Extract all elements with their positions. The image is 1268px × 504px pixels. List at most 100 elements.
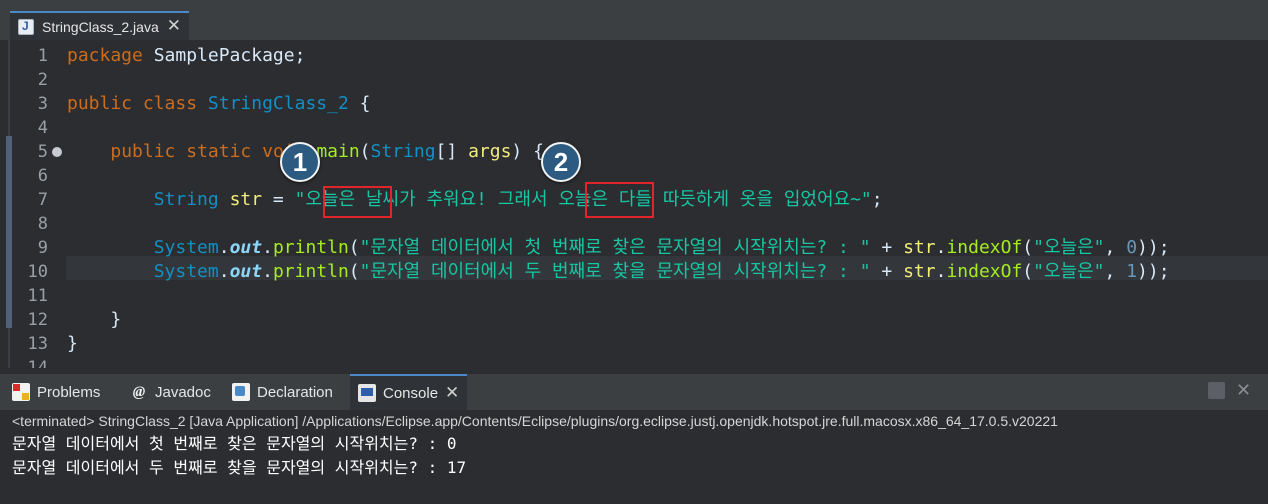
annotation-badge-1: 1 bbox=[280, 142, 320, 182]
line-number: 11 bbox=[27, 286, 48, 306]
code-token: ( bbox=[359, 141, 371, 162]
code-token: + bbox=[870, 261, 904, 282]
code-text: } bbox=[67, 308, 121, 332]
line-number: 10 bbox=[27, 262, 48, 282]
line-number: 12 bbox=[27, 310, 48, 330]
console-output-line: 문자열 데이터에서 두 번째로 찾을 문자열의 시작위치는? : 17 bbox=[12, 458, 467, 477]
fold-marker-icon[interactable] bbox=[52, 147, 62, 157]
line-number: 3 bbox=[37, 94, 48, 114]
code-token: { bbox=[348, 93, 371, 114]
tab-declaration-label: Declaration bbox=[257, 383, 333, 401]
code-token: . bbox=[935, 237, 947, 258]
code-token: SamplePackage; bbox=[142, 45, 306, 66]
code-token: println bbox=[272, 261, 349, 282]
highlight-box-second-match bbox=[585, 182, 654, 218]
tab-declaration[interactable]: Declaration bbox=[232, 374, 333, 410]
code-token: ( bbox=[348, 261, 360, 282]
console-panel[interactable]: <terminated> StringClass_2 [Java Applica… bbox=[0, 410, 1268, 504]
line-number: 4 bbox=[37, 118, 48, 138]
code-token: str bbox=[229, 189, 263, 210]
code-token: } bbox=[67, 333, 78, 354]
code-token: . bbox=[218, 237, 230, 258]
code-token: package bbox=[67, 45, 143, 66]
console-icon bbox=[358, 384, 376, 402]
console-output-line: 문자열 데이터에서 첫 번째로 찾은 문자열의 시작위치는? : 0 bbox=[12, 434, 457, 453]
code-token: class bbox=[142, 93, 198, 114]
line-number: 14 bbox=[27, 358, 48, 368]
editor-tab-label: StringClass_2.java bbox=[42, 18, 159, 35]
code-token: , bbox=[1104, 237, 1127, 258]
line-number: 5 bbox=[37, 142, 48, 162]
code-line[interactable]: 14 bbox=[0, 356, 1268, 368]
tab-problems[interactable]: Problems bbox=[12, 374, 100, 410]
code-token: 0 bbox=[1126, 237, 1138, 258]
maximize-icon[interactable]: ✕ bbox=[1235, 382, 1252, 400]
tab-console[interactable]: Console ✕ bbox=[350, 374, 468, 410]
line-number: 6 bbox=[37, 166, 48, 186]
code-text: System.out.println("문자열 데이터에서 두 번째로 찾을 문… bbox=[67, 260, 1170, 284]
code-line[interactable]: 1 package SamplePackage; bbox=[0, 44, 1268, 68]
code-token: ; bbox=[871, 189, 883, 210]
code-token: [] bbox=[435, 141, 469, 162]
views-tab-bar: Problems @ Javadoc Declaration Console ✕… bbox=[0, 374, 1268, 410]
code-token: . bbox=[935, 261, 947, 282]
code-line[interactable]: 12 } bbox=[0, 308, 1268, 332]
code-token: . bbox=[262, 237, 273, 258]
code-line[interactable]: 3 public class StringClass_2 { bbox=[0, 92, 1268, 116]
code-token: str bbox=[903, 237, 936, 258]
code-token: str bbox=[903, 261, 936, 282]
line-number: 13 bbox=[27, 334, 48, 354]
code-token: )); bbox=[1137, 261, 1170, 282]
console-status: <terminated> StringClass_2 [Java Applica… bbox=[12, 413, 1058, 429]
tab-javadoc[interactable]: @ Javadoc bbox=[130, 374, 211, 410]
code-token: ) { bbox=[511, 141, 544, 162]
code-token: , bbox=[1104, 261, 1127, 282]
code-token: String bbox=[370, 141, 436, 162]
view-controls: ✕ bbox=[1208, 382, 1252, 400]
code-token: "오늘은" bbox=[1033, 237, 1105, 258]
line-number: 7 bbox=[37, 190, 48, 210]
editor-tab-bar: StringClass_2.java ✕ bbox=[0, 0, 1268, 40]
javadoc-icon: @ bbox=[132, 383, 146, 400]
tab-javadoc-label: Javadoc bbox=[155, 383, 211, 401]
code-token: args bbox=[468, 141, 512, 162]
code-line[interactable]: 4 bbox=[0, 116, 1268, 140]
close-tab-icon[interactable]: ✕ bbox=[167, 18, 181, 35]
java-file-icon bbox=[18, 18, 34, 35]
code-line[interactable]: 5 public static void main(String[] args)… bbox=[0, 140, 1268, 164]
code-line[interactable]: 9 System.out.println("문자열 데이터에서 첫 번째로 찾은… bbox=[0, 236, 1268, 260]
line-number: 1 bbox=[37, 46, 48, 66]
code-token: println bbox=[272, 237, 349, 258]
problems-icon bbox=[12, 383, 30, 401]
code-token: static bbox=[186, 141, 252, 162]
line-number: 9 bbox=[37, 238, 48, 258]
code-line[interactable]: 2 bbox=[0, 68, 1268, 92]
code-token: "문자열 데이터에서 두 번째로 찾을 문자열의 시작위치는? : " bbox=[359, 261, 871, 282]
code-token: System bbox=[153, 237, 219, 258]
code-token: out bbox=[229, 261, 263, 282]
editor-tab-stringclass2[interactable]: StringClass_2.java ✕ bbox=[10, 11, 189, 40]
code-line[interactable]: 11 bbox=[0, 284, 1268, 308]
code-token: )); bbox=[1137, 237, 1170, 258]
code-token: "문자열 데이터에서 첫 번째로 찾은 문자열의 시작위치는? : " bbox=[359, 237, 871, 258]
code-token: main bbox=[316, 141, 360, 162]
close-console-icon[interactable]: ✕ bbox=[445, 384, 459, 402]
code-editor[interactable]: 1 package SamplePackage; 2 3 public class St… bbox=[0, 40, 1268, 368]
code-token: String bbox=[153, 189, 219, 210]
code-line[interactable]: 13} bbox=[0, 332, 1268, 356]
code-line[interactable]: 10 System.out.println("문자열 데이터에서 두 번째로 찾… bbox=[0, 260, 1268, 284]
code-token: } bbox=[67, 309, 122, 330]
tab-console-label: Console bbox=[383, 384, 439, 402]
declaration-icon bbox=[232, 383, 250, 401]
tab-problems-label: Problems bbox=[37, 383, 101, 401]
minimize-icon[interactable] bbox=[1208, 382, 1225, 399]
code-token: public bbox=[67, 93, 133, 114]
